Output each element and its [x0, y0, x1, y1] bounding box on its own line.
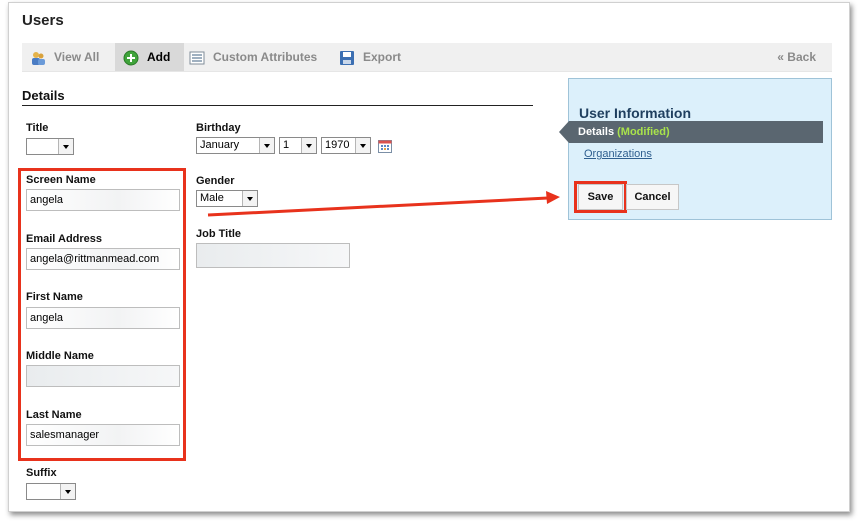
view-all-label: View All: [54, 50, 100, 64]
job-title-input[interactable]: [196, 243, 350, 268]
section-divider: [22, 105, 533, 106]
details-tab[interactable]: Details (Modified): [559, 121, 823, 143]
chevron-down-icon: [259, 138, 274, 153]
birthday-month-value: January: [200, 139, 240, 151]
suffix-label: Suffix: [26, 467, 57, 479]
modified-badge: (Modified): [617, 126, 670, 138]
page-title: Users: [22, 12, 64, 29]
back-link[interactable]: « Back: [777, 43, 816, 71]
cancel-button[interactable]: Cancel: [626, 184, 679, 210]
custom-attributes-icon: [189, 48, 205, 65]
view-all-button[interactable]: View All: [30, 43, 99, 71]
chevron-down-icon: [242, 191, 257, 206]
export-label: Export: [363, 50, 402, 64]
gender-select[interactable]: Male: [196, 190, 258, 207]
add-button[interactable]: Add: [115, 43, 185, 71]
chevron-down-icon: [355, 138, 370, 153]
gender-select-value: Male: [200, 192, 224, 204]
calendar-icon[interactable]: [378, 139, 392, 156]
export-button[interactable]: Export: [339, 43, 401, 71]
birthday-label: Birthday: [196, 122, 241, 134]
birthday-year-value: 1970: [325, 139, 350, 151]
toolbar: View All Add Custom Attributes Export « …: [22, 43, 832, 72]
user-information-title: User Information: [579, 105, 692, 121]
birthday-day-value: 1: [283, 139, 290, 151]
users-icon: [30, 48, 46, 65]
details-tab-label: Details: [578, 126, 615, 138]
highlight-box-name-fields: [18, 168, 186, 461]
export-icon: [339, 48, 355, 65]
birthday-year-select[interactable]: 1970: [321, 137, 371, 154]
add-icon: [123, 48, 139, 66]
suffix-select[interactable]: [26, 483, 76, 500]
birthday-month-select[interactable]: January: [196, 137, 275, 154]
birthday-day-select[interactable]: 1: [279, 137, 317, 154]
title-label: Title: [26, 122, 49, 134]
custom-attributes-button[interactable]: Custom Attributes: [189, 43, 317, 71]
custom-attributes-label: Custom Attributes: [213, 50, 318, 64]
details-section-title: Details: [22, 88, 65, 103]
title-select[interactable]: [26, 138, 74, 155]
gender-label: Gender: [196, 175, 235, 187]
organizations-link[interactable]: Organizations: [584, 148, 652, 160]
chevron-down-icon: [58, 139, 73, 154]
chevron-down-icon: [60, 484, 75, 499]
chevron-down-icon: [301, 138, 316, 153]
highlight-box-save: [574, 181, 627, 213]
add-label: Add: [147, 50, 171, 64]
job-title-label: Job Title: [196, 228, 242, 240]
